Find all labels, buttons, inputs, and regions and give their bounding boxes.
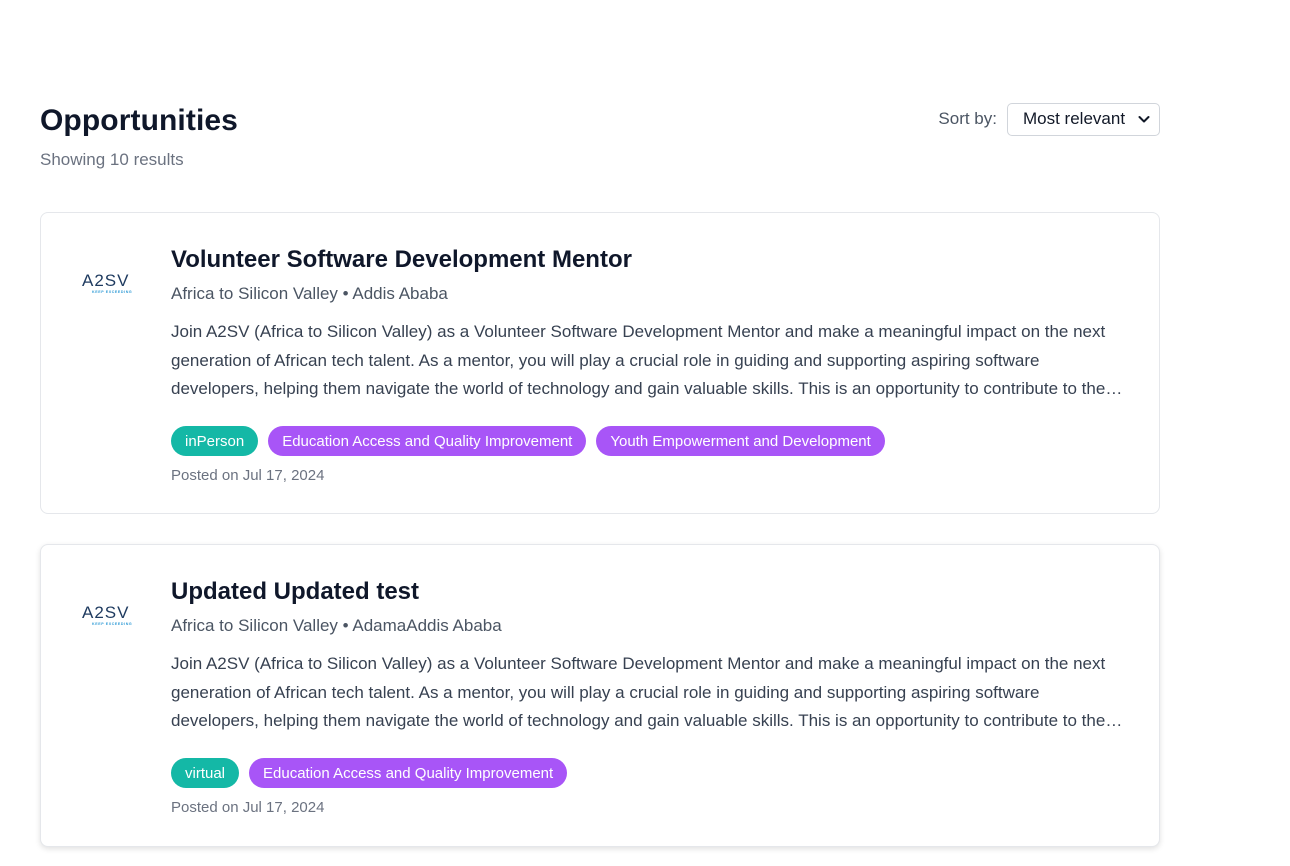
page-title: Opportunities xyxy=(40,104,238,137)
sort-selected-value: Most relevant xyxy=(1023,109,1126,128)
card-content: Updated Updated test Africa to Silicon V… xyxy=(171,577,1131,817)
tag-list: virtual Education Access and Quality Imp… xyxy=(171,758,1131,788)
chevron-down-icon xyxy=(1138,116,1150,123)
svg-text:KEEP EXCEEDING: KEEP EXCEEDING xyxy=(92,290,132,294)
sort-select[interactable]: Most relevant xyxy=(1007,102,1160,136)
tag-category: Youth Empowerment and Development xyxy=(596,426,885,456)
company-logo: A2SV KEEP EXCEEDING xyxy=(82,271,132,294)
opportunity-card[interactable]: A2SV KEEP EXCEEDING Updated Updated test… xyxy=(40,544,1160,847)
card-description: Join A2SV (Africa to Silicon Valley) as … xyxy=(171,654,1106,731)
result-count: Showing 10 results xyxy=(40,150,184,169)
posted-date: Posted on Jul 17, 2024 xyxy=(171,799,325,816)
svg-text:A2SV: A2SV xyxy=(82,271,129,290)
card-meta: Africa to Silicon Valley • Addis Ababa xyxy=(171,284,448,303)
card-title[interactable]: Updated Updated test xyxy=(171,577,1131,607)
svg-text:A2SV: A2SV xyxy=(82,603,129,622)
sort-control: Sort by: Most relevant xyxy=(938,102,1160,136)
page-header: Opportunities Showing 10 results Sort by… xyxy=(40,102,1160,173)
posted-date: Posted on Jul 17, 2024 xyxy=(171,467,325,484)
company-logo: A2SV KEEP EXCEEDING xyxy=(82,603,132,626)
sort-label: Sort by: xyxy=(938,109,997,128)
opportunity-card[interactable]: A2SV KEEP EXCEEDING Volunteer Software D… xyxy=(40,212,1160,514)
opportunities-page: Opportunities Showing 10 results Sort by… xyxy=(40,0,1160,866)
tag-category: Education Access and Quality Improvement xyxy=(249,758,568,788)
tag-mode: virtual xyxy=(171,758,240,788)
svg-text:KEEP EXCEEDING: KEEP EXCEEDING xyxy=(92,622,132,626)
card-content: Volunteer Software Development Mentor Af… xyxy=(171,245,1131,485)
card-meta: Africa to Silicon Valley • AdamaAddis Ab… xyxy=(171,616,502,635)
card-description: Join A2SV (Africa to Silicon Valley) as … xyxy=(171,322,1106,399)
tag-mode: inPerson xyxy=(171,426,259,456)
tag-category: Education Access and Quality Improvement xyxy=(268,426,587,456)
tag-list: inPerson Education Access and Quality Im… xyxy=(171,426,1131,456)
card-title[interactable]: Volunteer Software Development Mentor xyxy=(171,245,1131,275)
